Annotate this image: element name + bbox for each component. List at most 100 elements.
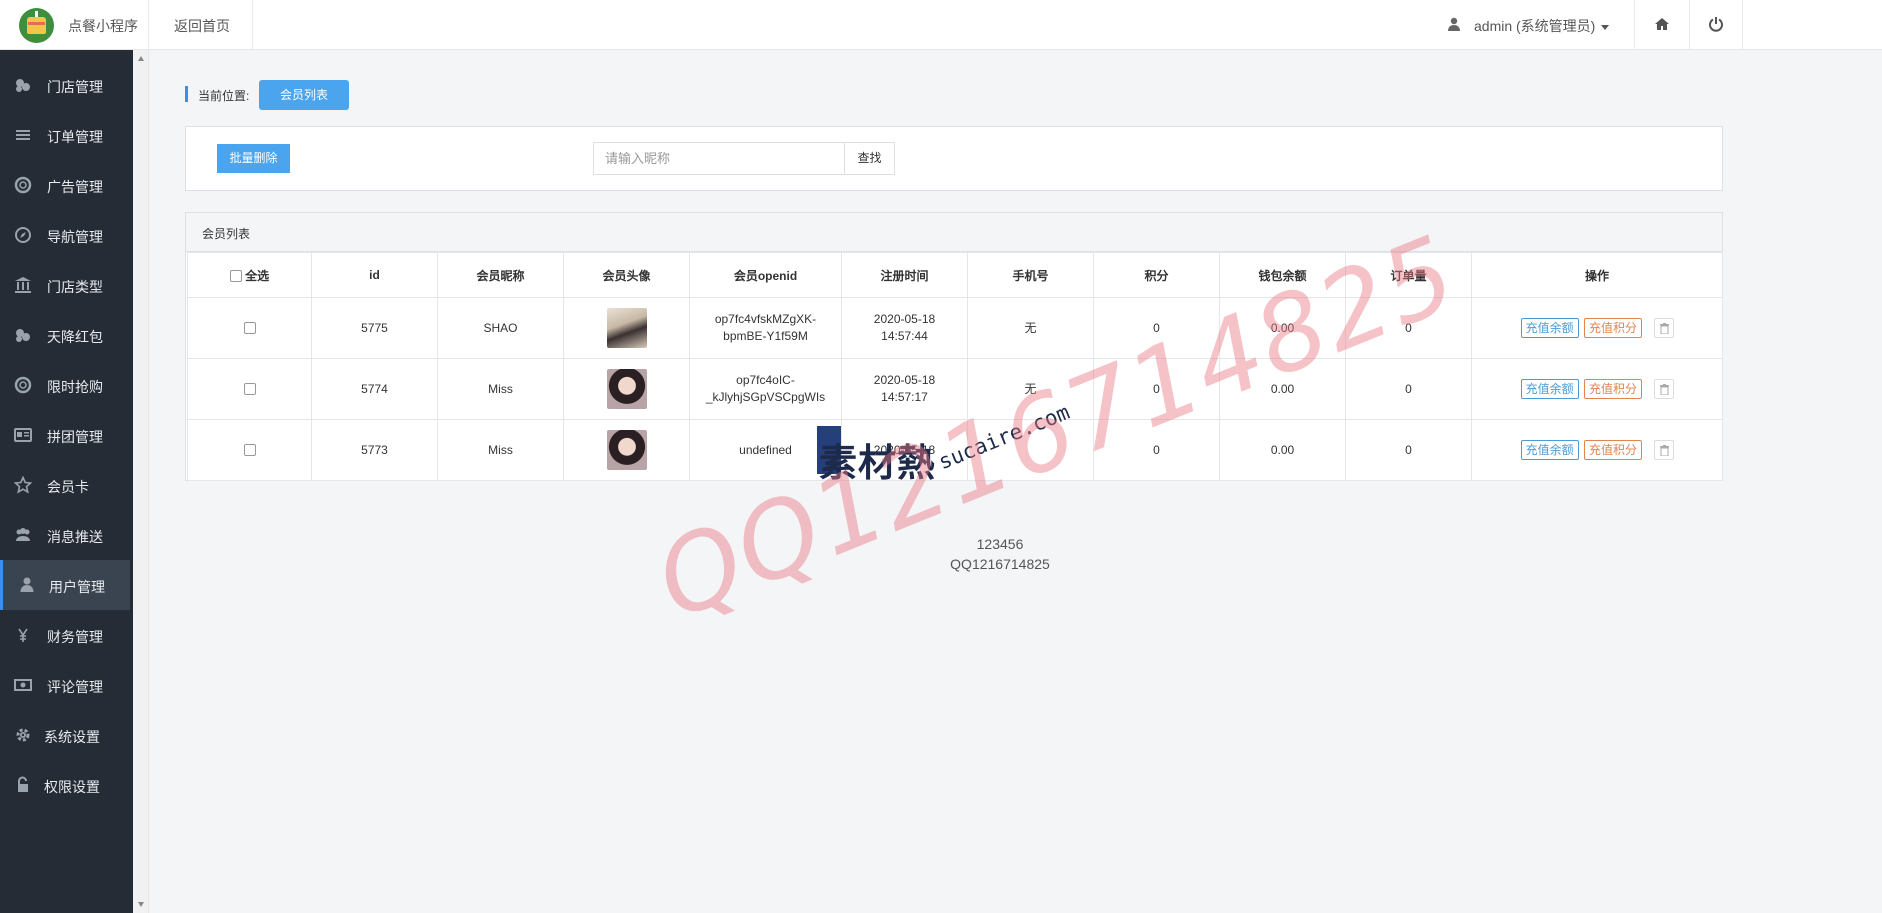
register-time: 14:57:44 [881, 329, 928, 343]
sidebar-item-flash-sale[interactable]: 限时抢购 [0, 360, 130, 410]
sidebar-item-label: 订单管理 [47, 129, 103, 145]
register-date: 2020-05-18 [873, 373, 936, 387]
unlock-icon [14, 776, 32, 794]
divider [1742, 0, 1743, 50]
sidebar-item-permissions[interactable]: 权限设置 [0, 760, 130, 810]
row-checkbox[interactable] [243, 444, 256, 457]
power-icon[interactable] [1708, 16, 1726, 34]
toolbar-panel: 批量删除 查找 [185, 126, 1723, 191]
coins-icon [14, 326, 32, 344]
user-icon [18, 576, 36, 594]
sidebar-item-ads[interactable]: 广告管理 [0, 160, 130, 210]
table-row: 5773 Miss undefined 2020-05-18 0 0.00 0 … [187, 419, 1723, 481]
sidebar-item-comments[interactable]: 评论管理 [0, 660, 130, 710]
recharge-points-button[interactable]: 充值积分 [1584, 317, 1643, 338]
sidebar-item-label: 拼团管理 [47, 429, 103, 445]
divider [148, 0, 149, 50]
member-phone: 无 [967, 358, 1094, 420]
yen-icon [14, 626, 32, 644]
sidebar-item-group-buy[interactable]: 拼团管理 [0, 410, 130, 460]
lifebuoy-icon [14, 176, 32, 194]
batch-delete-button[interactable]: 批量删除 [217, 144, 290, 173]
member-nickname: Miss [437, 419, 564, 481]
user-name: admin (系统管理员) [1474, 18, 1596, 34]
recharge-balance-button[interactable]: 充值余额 [1520, 439, 1579, 460]
search-button[interactable]: 查找 [845, 142, 895, 175]
sidebar-item-store-type[interactable]: 门店类型 [0, 260, 130, 310]
money-icon [14, 676, 32, 694]
sidebar-item-label: 财务管理 [47, 629, 103, 645]
sidebar-item-label: 导航管理 [47, 229, 103, 245]
sidebar-item-store[interactable]: 门店管理 [0, 60, 130, 110]
member-id: 5774 [311, 358, 438, 420]
sidebar-item-settings[interactable]: 系统设置 [0, 710, 130, 760]
breadcrumb-label: 当前位置: [198, 89, 250, 103]
app-title: 点餐小程序 [68, 18, 138, 34]
sidebar-item-member-card[interactable]: 会员卡 [0, 460, 130, 510]
row-checkbox[interactable] [243, 383, 256, 396]
column-header: id [311, 252, 438, 298]
sidebar-item-label: 限时抢购 [47, 379, 103, 395]
member-id: 5773 [311, 419, 438, 481]
sidebar-item-label: 权限设置 [44, 779, 100, 795]
recharge-points-button[interactable]: 充值积分 [1584, 378, 1643, 399]
divider [1634, 0, 1635, 50]
footer-qq: QQ1216714825 [950, 556, 1050, 572]
trash-icon[interactable] [1654, 440, 1675, 461]
sidebar-item-label: 广告管理 [47, 179, 103, 195]
trash-icon[interactable] [1654, 318, 1675, 339]
recharge-balance-button[interactable]: 充值余额 [1520, 317, 1579, 338]
recharge-balance-button[interactable]: 充值余额 [1520, 378, 1579, 399]
panel-title: 会员列表 [202, 227, 251, 241]
sidebar-item-push[interactable]: 消息推送 [0, 510, 130, 560]
breadcrumb-current[interactable]: 会员列表 [259, 80, 349, 110]
column-header: 手机号 [967, 252, 1094, 298]
column-header: 订单量 [1345, 252, 1472, 298]
sidebar-item-label: 门店类型 [47, 279, 103, 295]
column-header: 操作 [1471, 252, 1723, 298]
select-all-checkbox[interactable] [229, 270, 242, 283]
member-points: 0 [1093, 297, 1220, 359]
trash-icon[interactable] [1654, 379, 1675, 400]
search-input[interactable] [593, 142, 845, 175]
register-time: 14:57:17 [881, 390, 928, 404]
member-openid: op7fc4vfskMZgXK- [714, 312, 817, 326]
member-table: 全选 id 会员昵称 会员头像 会员openid 注册时间 手机号 积分 钱包余… [187, 252, 1723, 481]
member-orders: 0 [1345, 297, 1472, 359]
app-logo [19, 8, 54, 43]
member-openid: undefined [689, 419, 842, 481]
chevron-down-icon [1601, 24, 1610, 30]
table-row: 5775 SHAO op7fc4vfskMZgXK-bpmBE-Y1f59M 2… [187, 297, 1723, 359]
gear-icon [14, 726, 32, 744]
member-list-panel: 会员列表 全选 id 会员昵称 会员头像 会员openid 注册时间 手机号 积… [185, 212, 1723, 481]
member-phone [967, 419, 1094, 481]
member-avatar [606, 430, 647, 470]
sidebar-item-red-packet[interactable]: 天降红包 [0, 310, 130, 360]
select-all-label: 全选 [245, 268, 270, 283]
row-checkbox[interactable] [243, 322, 256, 335]
sidebar-item-nav[interactable]: 导航管理 [0, 210, 130, 260]
sidebar-scrollbar[interactable] [133, 50, 149, 913]
store-icon [14, 76, 32, 94]
user-icon [1448, 17, 1460, 31]
sidebar-item-label: 评论管理 [47, 679, 103, 695]
star-icon [13, 475, 33, 494]
column-header: 会员昵称 [437, 252, 564, 298]
user-menu[interactable]: admin (系统管理员) [1474, 16, 1610, 36]
divider [252, 0, 253, 50]
sidebar-item-orders[interactable]: 订单管理 [0, 110, 130, 160]
column-header: 注册时间 [841, 252, 968, 298]
home-icon[interactable] [1654, 16, 1672, 34]
recharge-points-button[interactable]: 充值积分 [1584, 439, 1643, 460]
sidebar-item-finance[interactable]: 财务管理 [0, 610, 130, 660]
divider [1689, 0, 1690, 50]
id-card-icon [14, 426, 32, 444]
register-date: 2020-05-18 [873, 312, 936, 326]
member-openid: op7fc4oIC- [736, 373, 795, 387]
member-nickname: SHAO [437, 297, 564, 359]
compass-icon [14, 226, 32, 244]
home-link[interactable]: 返回首页 [174, 16, 230, 36]
footer-code: 123456 [976, 536, 1024, 552]
column-header: 会员openid [689, 252, 842, 298]
column-header: 会员头像 [563, 252, 690, 298]
